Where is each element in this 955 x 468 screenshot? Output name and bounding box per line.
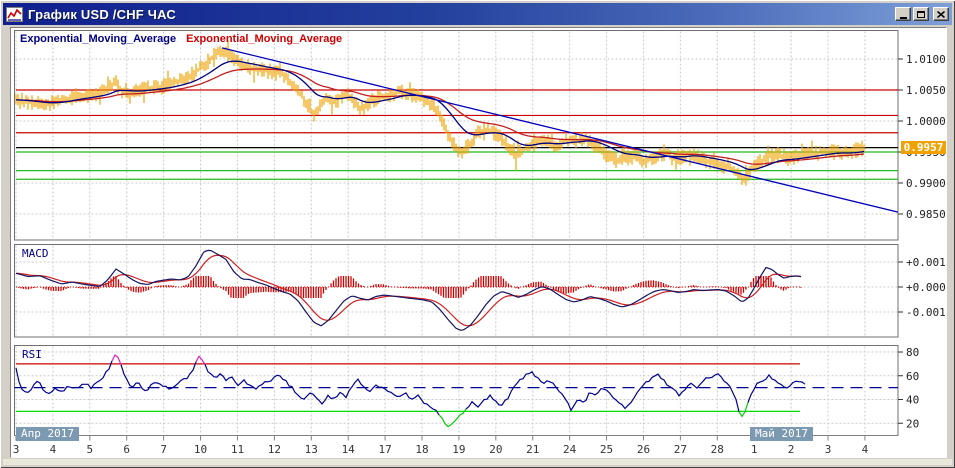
window-title: График USD /CHF ЧАС — [28, 6, 176, 22]
chart-window: { "window": { "title": "График USD /CHF … — [0, 0, 955, 468]
close-icon — [937, 10, 945, 18]
window-bottom-frame — [3, 459, 952, 465]
maximize-icon — [917, 10, 925, 18]
minimize-button[interactable] — [895, 7, 911, 21]
title-bar[interactable]: График USD /CHF ЧАС — [3, 3, 952, 25]
app-icon chart-icon — [6, 6, 23, 22]
minimize-icon — [899, 16, 907, 19]
chart-area[interactable] — [10, 27, 947, 458]
maximize-button[interactable] — [913, 7, 929, 21]
close-button[interactable] — [933, 7, 949, 21]
